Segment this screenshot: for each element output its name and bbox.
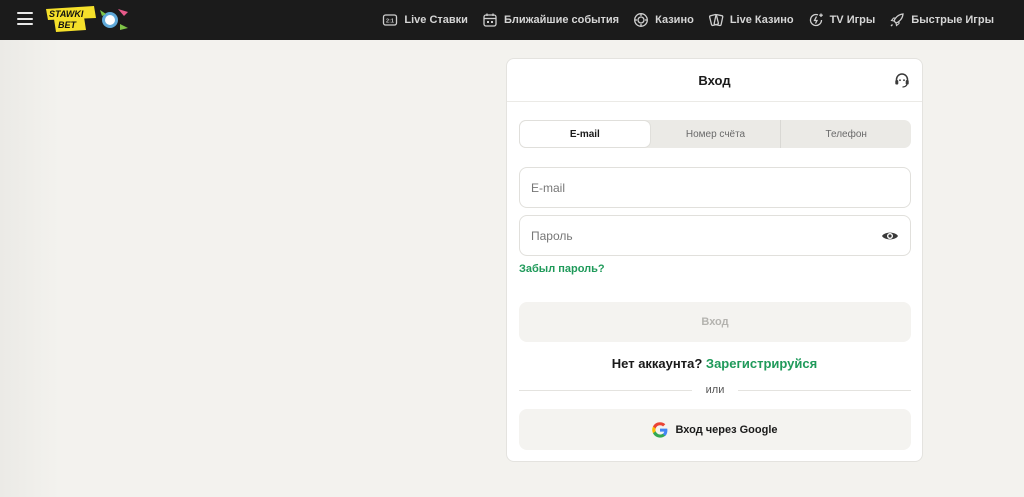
support-headset-icon[interactable] [893,71,911,89]
brand-logo[interactable]: STAWKI BET [44,6,130,32]
tab-email[interactable]: E-mail [520,121,650,147]
email-field[interactable] [520,168,871,207]
google-login-label: Вход через Google [675,423,778,436]
main-nav: 2:1 Live Ставки Ближайшие события Казино… [382,0,994,40]
nav-item-live-bets[interactable]: 2:1 Live Ставки [382,12,468,28]
forgot-password-link[interactable]: Забыл пароль? [519,263,605,275]
nav-item-tv-games[interactable]: TV Игры [808,12,876,28]
register-link[interactable]: Зарегистрируйся [706,356,817,371]
svg-text:BET: BET [58,20,78,30]
nav-item-label: Быстрые Игры [911,14,994,26]
cards-icon [708,13,724,27]
tab-phone[interactable]: Телефон [781,120,911,148]
calendar-icon [483,13,497,27]
login-method-tabs: E-mail Номер счёта Телефон [519,120,911,148]
register-prompt: Нет аккаунта? Зарегистрируйся [507,356,922,371]
nav-item-label: TV Игры [829,14,876,26]
nav-item-fast-games[interactable]: Быстрые Игры [889,12,994,28]
casino-chip-icon [634,13,649,27]
email-field-wrapper [519,167,911,208]
tv-games-icon [809,13,823,27]
login-submit-button[interactable]: Вход [519,302,911,342]
google-login-button[interactable]: Вход через Google [519,409,911,450]
menu-icon[interactable] [17,12,33,25]
tab-account-number[interactable]: Номер счёта [651,120,782,148]
google-icon [652,421,668,438]
live-score-icon: 2:1 [383,14,398,26]
nav-item-upcoming-events[interactable]: Ближайшие события [482,12,619,28]
no-account-text: Нет аккаунта? [611,356,703,371]
login-card: Вход E-mail Номер счёта Телефон Забыл па… [506,58,923,462]
password-field-wrapper [519,215,911,256]
login-card-header: Вход [507,59,922,102]
nav-item-label: Live Казино [729,14,794,26]
nav-item-label: Казино [655,14,694,26]
page-background [0,40,60,497]
nav-item-casino[interactable]: Казино [633,12,694,28]
top-navigation-bar: STAWKI BET 2:1 Live Ставки Ближайшие соб… [0,0,1024,40]
svg-text:STAWKI: STAWKI [49,9,84,19]
svg-text:2:1: 2:1 [386,19,394,25]
nav-item-label: Ближайшие события [503,14,620,26]
eye-icon[interactable] [881,228,899,244]
password-field[interactable] [520,216,871,255]
nav-item-label: Live Ставки [404,14,468,26]
or-divider: или [519,383,911,397]
rocket-icon [890,13,905,27]
or-label: или [705,384,725,396]
page-title: Вход [698,72,731,88]
nav-item-live-casino[interactable]: Live Казино [708,12,794,28]
